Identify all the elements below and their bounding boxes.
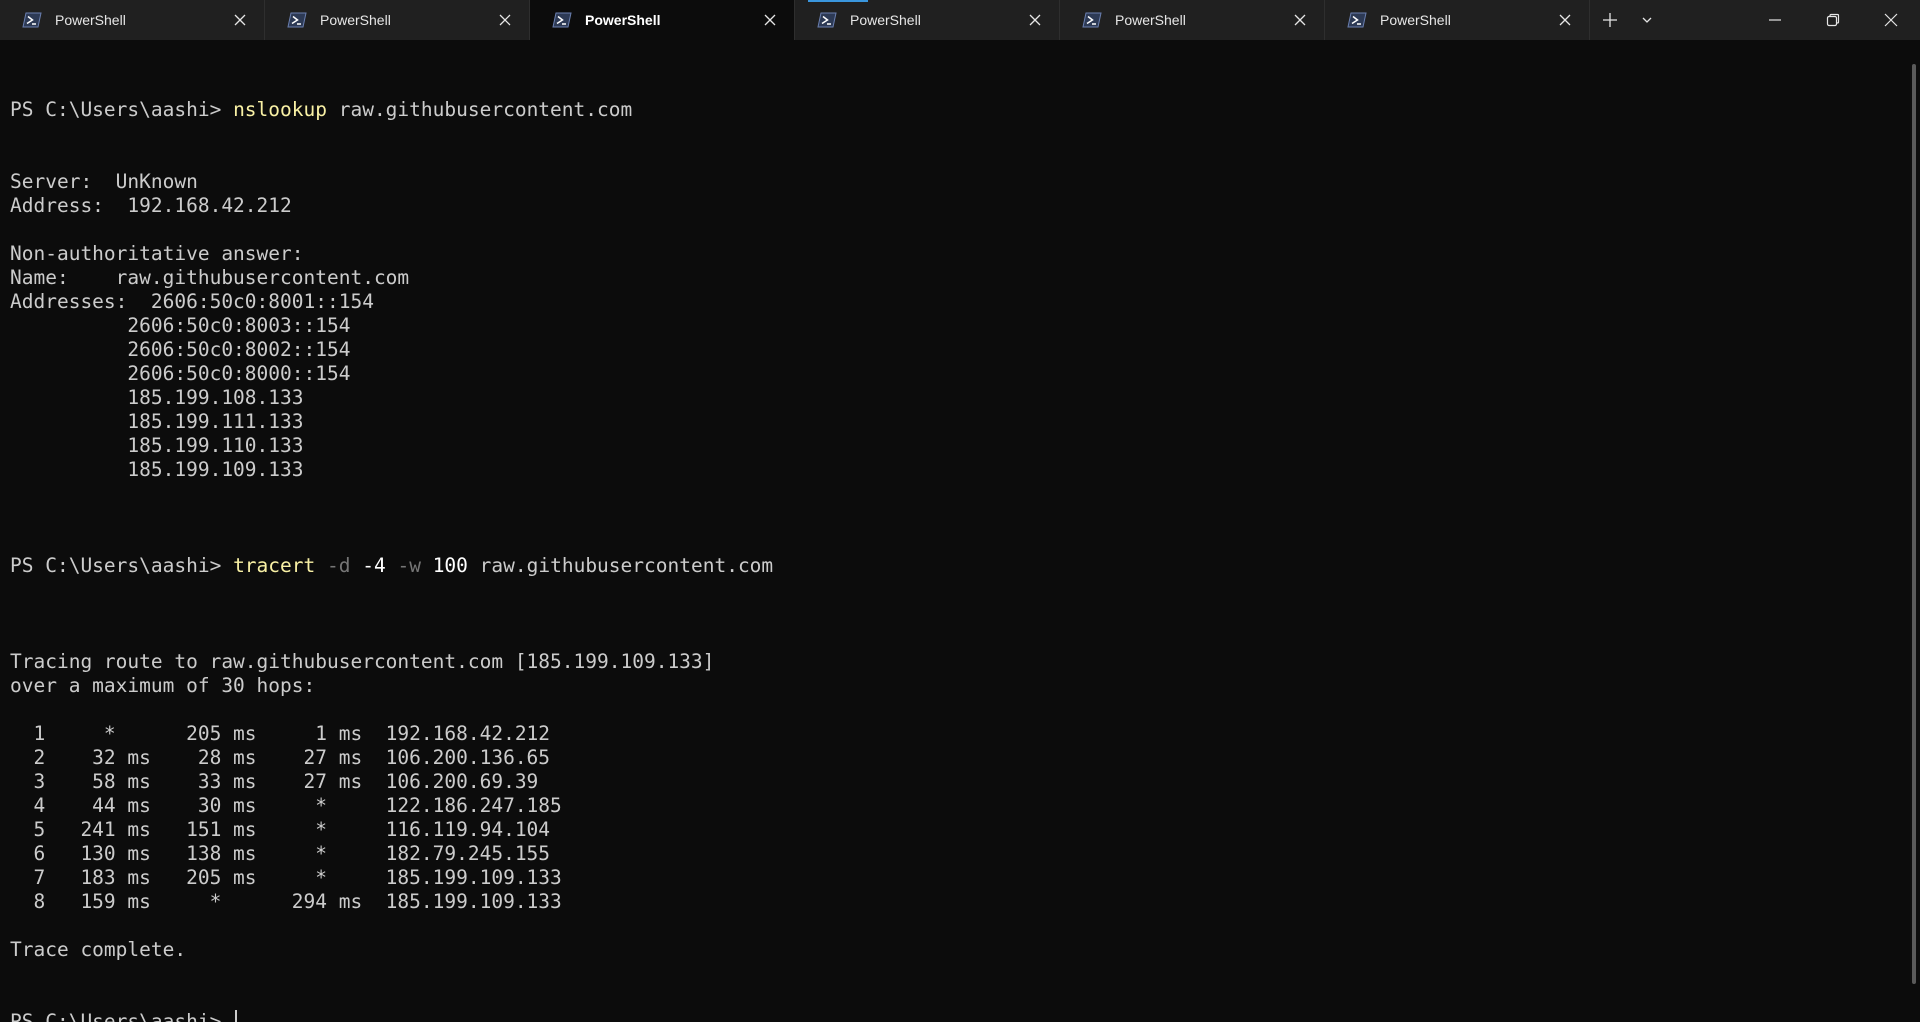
powershell-icon xyxy=(22,12,42,28)
prompt: PS C:\Users\aashi> xyxy=(10,1010,234,1022)
output-line: 185.199.111.133 xyxy=(10,410,304,433)
command-arg-value: 100 xyxy=(420,554,468,577)
tab-progress-indicator xyxy=(808,0,868,2)
output-line: 1 * 205 ms 1 ms 192.168.42.212 xyxy=(10,722,551,745)
command-flag: -w xyxy=(385,554,421,577)
tab-list: PowerShell PowerShell PowerShell PowerShell… xyxy=(0,0,1590,40)
tab-powershell-5[interactable]: PowerShell xyxy=(1060,0,1325,40)
prompt-line-nslookup: PS C:\Users\aashi> nslookup raw.githubus… xyxy=(10,98,1900,122)
tab-powershell-3[interactable]: PowerShell xyxy=(530,0,795,40)
command-args: raw.githubusercontent.com xyxy=(467,554,774,577)
output-line: Tracing route to raw.githubusercontent.c… xyxy=(10,650,715,673)
output-line: 7 183 ms 205 ms * 185.199.109.133 xyxy=(10,866,562,889)
powershell-icon xyxy=(1347,12,1367,28)
tab-label: PowerShell xyxy=(320,12,391,28)
tab-powershell-1[interactable]: PowerShell xyxy=(0,0,265,40)
tab-label: PowerShell xyxy=(55,12,126,28)
close-icon xyxy=(1294,14,1306,26)
output-line: 5 241 ms 151 ms * 116.119.94.104 xyxy=(10,818,551,841)
plus-icon xyxy=(1603,13,1617,27)
output-line: 2606:50c0:8003::154 xyxy=(10,314,351,337)
chevron-down-icon xyxy=(1642,17,1652,23)
tab-powershell-4[interactable]: PowerShell xyxy=(795,0,1060,40)
output-line: 2606:50c0:8002::154 xyxy=(10,338,351,361)
minimize-button[interactable] xyxy=(1746,0,1804,40)
command-name: tracert xyxy=(233,554,316,577)
close-icon xyxy=(1029,14,1041,26)
close-icon xyxy=(1559,14,1571,26)
powershell-icon xyxy=(287,12,307,28)
output-line: 3 58 ms 33 ms 27 ms 106.200.69.39 xyxy=(10,770,539,793)
output-line: 185.199.109.133 xyxy=(10,458,304,481)
output-line: 185.199.108.133 xyxy=(10,386,304,409)
command-name: nslookup xyxy=(233,98,327,121)
tab-bar: PowerShell PowerShell PowerShell PowerShell… xyxy=(0,0,1920,40)
command-flag: -4 xyxy=(350,554,386,577)
output-line: Address: 192.168.42.212 xyxy=(10,194,292,217)
output-line: 8 159 ms * 294 ms 185.199.109.133 xyxy=(10,890,562,913)
tab-powershell-6[interactable]: PowerShell xyxy=(1325,0,1590,40)
prompt-line-tracert: PS C:\Users\aashi> tracert -d -4 -w 100 … xyxy=(10,554,1900,578)
close-icon xyxy=(234,14,246,26)
tab-close-button[interactable] xyxy=(491,6,519,34)
window-controls xyxy=(1746,0,1920,40)
tab-close-button[interactable] xyxy=(1286,6,1314,34)
tab-powershell-2[interactable]: PowerShell xyxy=(265,0,530,40)
close-icon xyxy=(764,14,776,26)
minimize-icon xyxy=(1769,19,1781,21)
powershell-icon xyxy=(1082,12,1102,28)
nslookup-output: Server: UnKnown Address: 192.168.42.212 No… xyxy=(10,170,1900,506)
output-line: over a maximum of 30 hops: xyxy=(10,674,316,697)
restore-button[interactable] xyxy=(1804,0,1862,40)
output-line: 2606:50c0:8000::154 xyxy=(10,362,351,385)
close-icon xyxy=(499,14,511,26)
output-line: 185.199.110.133 xyxy=(10,434,304,457)
output-line: 2 32 ms 28 ms 27 ms 106.200.136.65 xyxy=(10,746,551,769)
tab-label: PowerShell xyxy=(585,12,661,28)
terminal-window: PowerShell PowerShell PowerShell PowerShell… xyxy=(0,0,1920,1022)
prompt: PS C:\Users\aashi> xyxy=(10,98,234,121)
tab-label: PowerShell xyxy=(850,12,921,28)
output-line: Trace complete. xyxy=(10,938,187,961)
output-line: Non-authoritative answer: xyxy=(10,242,304,265)
output-line: Addresses: 2606:50c0:8001::154 xyxy=(10,290,374,313)
current-prompt-line[interactable]: PS C:\Users\aashi> xyxy=(10,1010,1900,1022)
output-line: Name: raw.githubusercontent.com xyxy=(10,266,410,289)
prompt: PS C:\Users\aashi> xyxy=(10,554,234,577)
text-cursor xyxy=(235,1010,238,1022)
command-args: raw.githubusercontent.com xyxy=(326,98,633,121)
command-flag: -d xyxy=(315,554,351,577)
new-tab-button[interactable] xyxy=(1590,0,1630,40)
tab-actions xyxy=(1590,0,1664,40)
tracert-output: Tracing route to raw.githubusercontent.c… xyxy=(10,626,1900,962)
tab-label: PowerShell xyxy=(1115,12,1186,28)
restore-icon xyxy=(1826,13,1840,27)
scrollbar[interactable] xyxy=(1912,64,1916,984)
tab-dropdown-button[interactable] xyxy=(1630,0,1664,40)
output-line: 4 44 ms 30 ms * 122.186.247.185 xyxy=(10,794,562,817)
close-icon xyxy=(1884,13,1898,27)
tab-close-button[interactable] xyxy=(1551,6,1579,34)
powershell-icon xyxy=(817,12,837,28)
window-close-button[interactable] xyxy=(1862,0,1920,40)
output-line: Server: UnKnown xyxy=(10,170,198,193)
tab-close-button[interactable] xyxy=(756,6,784,34)
tab-label: PowerShell xyxy=(1380,12,1451,28)
terminal-output[interactable]: PS C:\Users\aashi> nslookup raw.githubus… xyxy=(10,50,1900,1022)
output-line: 6 130 ms 138 ms * 182.79.245.155 xyxy=(10,842,551,865)
tab-close-button[interactable] xyxy=(226,6,254,34)
powershell-icon xyxy=(552,12,572,28)
tab-close-button[interactable] xyxy=(1021,6,1049,34)
